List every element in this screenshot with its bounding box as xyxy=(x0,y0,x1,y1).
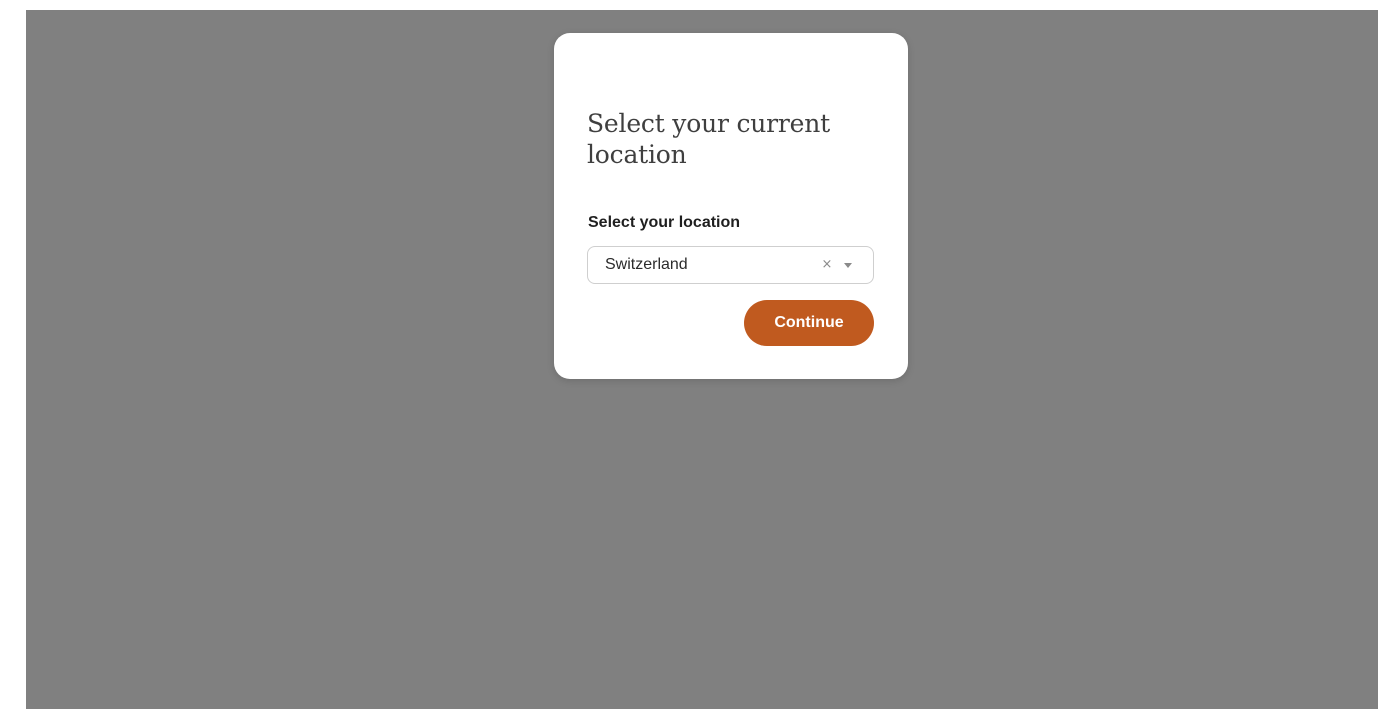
close-icon[interactable]: × xyxy=(820,256,834,274)
location-dialog: Select your current location Select your… xyxy=(554,33,908,379)
location-field-label: Select your location xyxy=(588,214,741,231)
location-select[interactable]: Switzerland × xyxy=(587,246,874,284)
dialog-title: Select your current location xyxy=(587,109,831,169)
chevron-down-icon[interactable] xyxy=(844,263,852,268)
selected-location-value: Switzerland xyxy=(605,256,688,273)
continue-button[interactable]: Continue xyxy=(744,300,874,346)
